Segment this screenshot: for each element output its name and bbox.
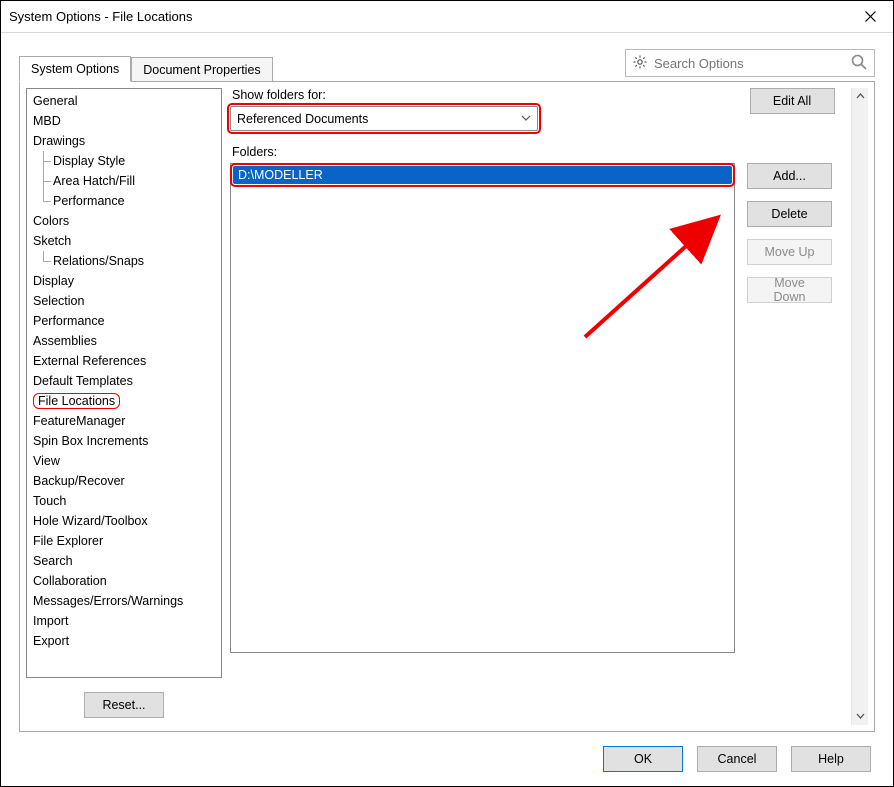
nav-item-colors[interactable]: Colors [29,211,219,231]
nav-item-relations-snaps[interactable]: Relations/Snaps [29,251,219,271]
show-folders-label: Show folders for: [232,88,735,102]
nav-tree[interactable]: GeneralMBDDrawingsDisplay StyleArea Hatc… [26,88,222,678]
nav-item-default-templates[interactable]: Default Templates [29,371,219,391]
search-icon [850,53,868,74]
move-down-button: Move Down [747,277,832,303]
search-box[interactable] [625,49,875,77]
show-folders-row: Show folders for: Referenced Documents E… [230,88,837,145]
dropdown-value: Referenced Documents [237,112,368,126]
nav-item-hole-wizard-toolbox[interactable]: Hole Wizard/Toolbox [29,511,219,531]
close-icon [865,11,876,22]
titlebar: System Options - File Locations [1,1,893,33]
help-button[interactable]: Help [791,746,871,772]
nav-item-general[interactable]: General [29,91,219,111]
folder-item[interactable]: D:\MODELLER [233,166,732,184]
bottom-bar: OK Cancel Help [1,732,893,786]
folders-label: Folders: [232,145,837,159]
nav-item-selection[interactable]: Selection [29,291,219,311]
folder-buttons: Add... Delete Move Up Move Down [747,163,837,303]
scroll-down-icon[interactable] [856,708,865,725]
panel-scrollbar[interactable] [851,88,868,725]
add-button[interactable]: Add... [747,163,832,189]
nav-item-file-locations[interactable]: File Locations [29,391,219,411]
top-row: System Options Document Properties [1,33,893,81]
nav-item-drawings[interactable]: Drawings [29,131,219,151]
nav-item-backup-recover[interactable]: Backup/Recover [29,471,219,491]
nav-item-display-style[interactable]: Display Style [29,151,219,171]
nav-item-assemblies[interactable]: Assemblies [29,331,219,351]
nav-item-file-explorer[interactable]: File Explorer [29,531,219,551]
folders-row: D:\MODELLER Add... Delete Move Up Move D… [230,163,837,725]
nav-item-area-hatch-fill[interactable]: Area Hatch/Fill [29,171,219,191]
nav-item-featuremanager[interactable]: FeatureManager [29,411,219,431]
nav-item-touch[interactable]: Touch [29,491,219,511]
nav-item-spin-box-increments[interactable]: Spin Box Increments [29,431,219,451]
nav-item-performance[interactable]: Performance [29,311,219,331]
tab-document-properties[interactable]: Document Properties [131,57,272,82]
nav-column: GeneralMBDDrawingsDisplay StyleArea Hatc… [26,88,222,725]
tabs: System Options Document Properties [19,55,273,81]
nav-item-external-references[interactable]: External References [29,351,219,371]
nav-item-messages-errors-warnings[interactable]: Messages/Errors/Warnings [29,591,219,611]
folders-list[interactable]: D:\MODELLER [230,163,735,653]
nav-item-import[interactable]: Import [29,611,219,631]
gear-icon [632,54,648,73]
edit-all-button[interactable]: Edit All [750,88,835,114]
show-folders-dropdown[interactable]: Referenced Documents [230,106,538,131]
tab-system-options[interactable]: System Options [19,56,131,82]
content-column: Show folders for: Referenced Documents E… [230,88,843,725]
main-panel: GeneralMBDDrawingsDisplay StyleArea Hatc… [19,81,875,732]
nav-item-sketch[interactable]: Sketch [29,231,219,251]
close-button[interactable] [847,1,893,32]
reset-button[interactable]: Reset... [84,692,164,718]
ok-button[interactable]: OK [603,746,683,772]
window-title: System Options - File Locations [9,9,847,24]
nav-item-performance[interactable]: Performance [29,191,219,211]
delete-button[interactable]: Delete [747,201,832,227]
scroll-up-icon[interactable] [856,88,865,105]
chevron-down-icon [521,113,531,124]
nav-item-mbd[interactable]: MBD [29,111,219,131]
nav-item-export[interactable]: Export [29,631,219,651]
move-up-button: Move Up [747,239,832,265]
nav-item-collaboration[interactable]: Collaboration [29,571,219,591]
nav-item-view[interactable]: View [29,451,219,471]
nav-item-search[interactable]: Search [29,551,219,571]
nav-item-display[interactable]: Display [29,271,219,291]
search-input[interactable] [652,55,850,72]
cancel-button[interactable]: Cancel [697,746,777,772]
